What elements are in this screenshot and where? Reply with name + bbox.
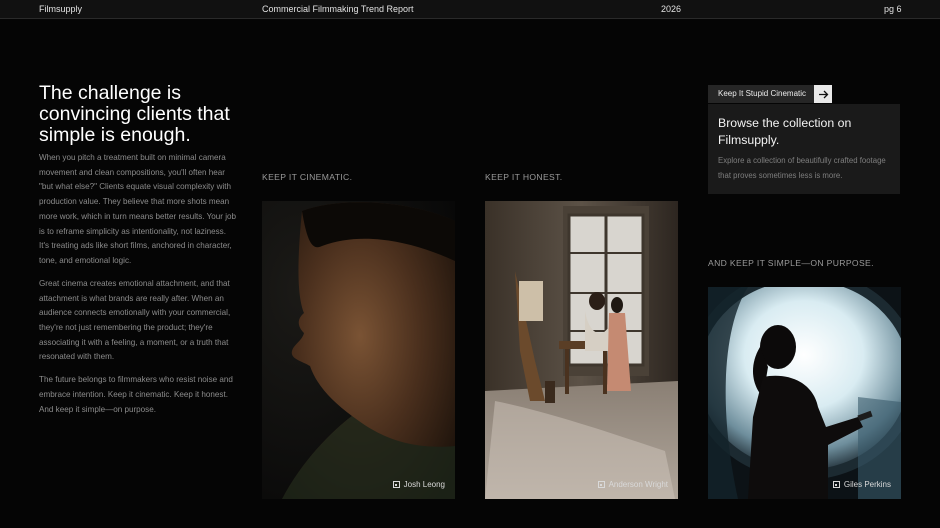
- brand-name: Filmsupply: [39, 4, 83, 14]
- photo-portrait-profile: Josh Leong: [262, 201, 455, 499]
- intro-paragraph: The future belongs to filmmakers who res…: [39, 375, 233, 414]
- photo-silhouette-woman: Giles Perkins: [708, 287, 901, 499]
- arrow-right-icon: [818, 90, 828, 98]
- photo-credit-name: Giles Perkins: [843, 480, 891, 489]
- report-year: 2026: [661, 4, 682, 14]
- photo-credit-name: Josh Leong: [403, 480, 445, 489]
- photo-credit-icon: [597, 481, 605, 488]
- photo-credit-icon: [392, 481, 400, 488]
- promo-description: Explore a collection of beautifully craf…: [718, 156, 886, 180]
- top-bar: Filmsupply Commercial Filmmaking Trend R…: [0, 0, 940, 19]
- portrait-image: [262, 201, 455, 499]
- photo-credit-icon: [832, 481, 840, 488]
- column-label-simple: AND KEEP IT SIMPLE—ON PURPOSE.: [708, 258, 874, 268]
- promo-tag[interactable]: Keep It Stupid Cinematic: [708, 85, 814, 103]
- photo-credit: Giles Perkins: [832, 480, 891, 489]
- photo-art-studio: Anderson Wright: [485, 201, 678, 499]
- intro-paragraph: Great cinema creates emotional attachmen…: [39, 278, 231, 362]
- promo-arrow-button[interactable]: [814, 85, 832, 103]
- photo-credit: Josh Leong: [392, 480, 445, 489]
- photo-credit: Anderson Wright: [597, 480, 668, 489]
- intro-paragraph: When you pitch a treatment built on mini…: [39, 153, 237, 265]
- silhouette-image: [708, 287, 901, 499]
- page-number: pg 6: [884, 4, 902, 14]
- studio-image: [485, 201, 678, 499]
- column-label-cinematic: KEEP IT CINEMATIC.: [262, 172, 353, 182]
- photo-credit-name: Anderson Wright: [608, 480, 668, 489]
- promo-card[interactable]: Browse the collection on Filmsupply. Exp…: [708, 104, 900, 194]
- promo-title: Browse the collection on Filmsupply.: [718, 116, 852, 147]
- column-label-honest: KEEP IT HONEST.: [485, 172, 563, 182]
- report-title: Commercial Filmmaking Trend Report: [262, 4, 414, 14]
- intro-body: When you pitch a treatment built on mini…: [39, 151, 237, 426]
- page-headline: The challenge is convincing clients that…: [39, 82, 230, 146]
